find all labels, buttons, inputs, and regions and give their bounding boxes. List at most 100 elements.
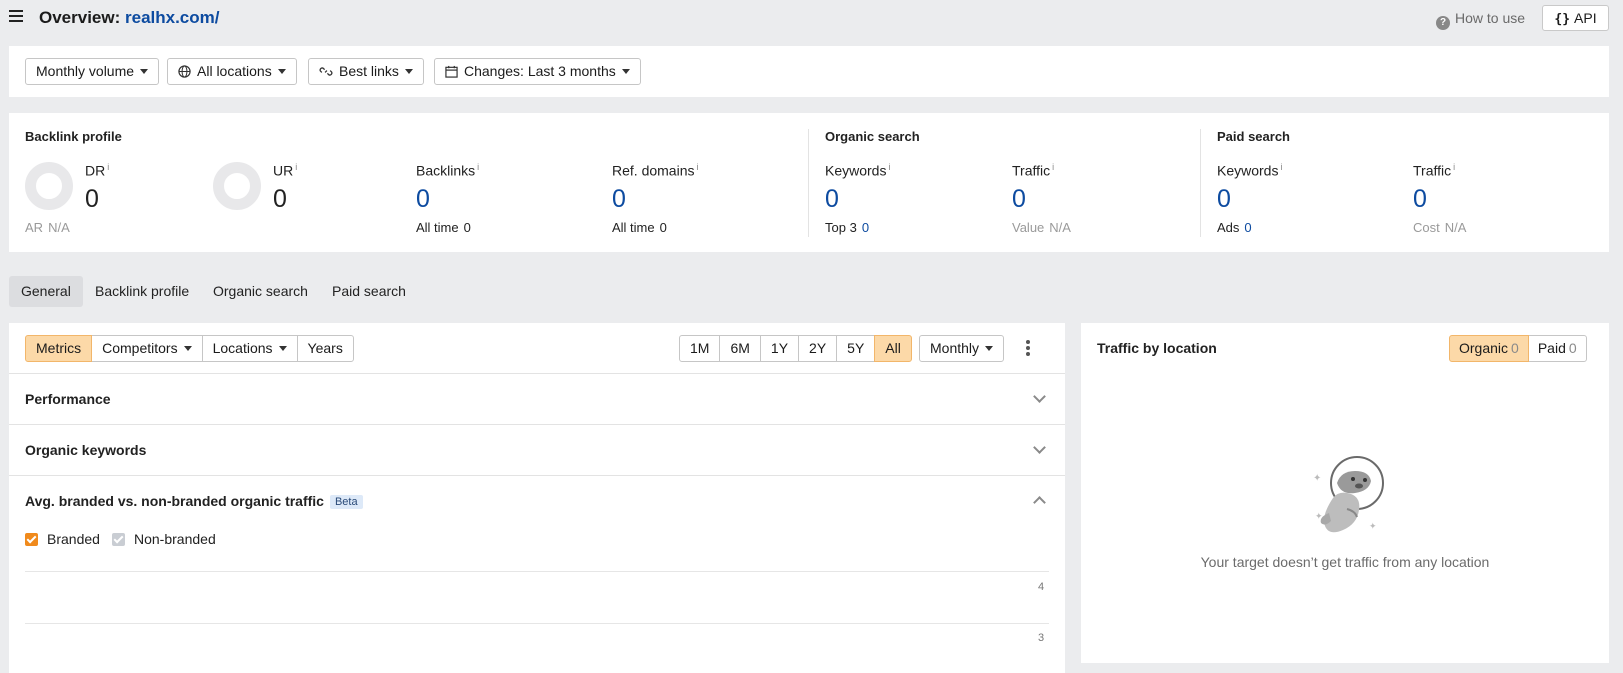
- ref-domains-alltime: All time 0: [612, 220, 667, 235]
- ur-donut: [213, 162, 261, 210]
- divider: [1200, 129, 1201, 237]
- organic-keywords-section-header[interactable]: Organic keywords: [25, 442, 146, 458]
- dr-donut: [25, 162, 73, 210]
- tab-general[interactable]: General: [9, 276, 83, 307]
- changes-dropdown[interactable]: Changes: Last 3 months: [434, 58, 641, 85]
- value-row: Value N/A: [1012, 220, 1071, 235]
- backlink-profile-heading: Backlink profile: [25, 129, 122, 144]
- organic-traffic-value[interactable]: 0: [1012, 185, 1026, 214]
- tab-organic-search[interactable]: Organic search: [201, 276, 320, 307]
- range-2y[interactable]: 2Y: [798, 335, 838, 362]
- caret-down-icon: [140, 69, 149, 74]
- organic-keywords-value[interactable]: 0: [825, 185, 839, 214]
- paid-toggle[interactable]: Paid 0: [1527, 335, 1587, 362]
- non-branded-label: Non-branded: [134, 531, 216, 547]
- paid-traffic-label[interactable]: Traffic i: [1413, 162, 1455, 179]
- chart-gridline: [25, 571, 1049, 572]
- changes-label: Changes: Last 3 months: [464, 63, 616, 79]
- range-switcher: 1M 6M 1Y 2Y 5Y All: [679, 335, 912, 362]
- beta-badge: Beta: [329, 495, 363, 509]
- caret-down-icon: [621, 69, 630, 74]
- traffic-by-location-title: Traffic by location: [1097, 340, 1217, 356]
- info-icon: i: [1280, 162, 1283, 172]
- range-1m[interactable]: 1M: [679, 335, 721, 362]
- interval-dropdown[interactable]: Monthly: [919, 335, 1005, 362]
- volume-dropdown[interactable]: Monthly volume: [25, 58, 160, 85]
- range-1y[interactable]: 1Y: [759, 335, 800, 362]
- info-icon: i: [696, 162, 699, 172]
- divider: [808, 129, 809, 237]
- caret-down-icon: [278, 346, 287, 351]
- organic-search-heading: Organic search: [825, 129, 920, 144]
- braces-icon: {}: [1554, 12, 1571, 27]
- stats-panel: Backlink profile DR i 0 AR N/A UR i 0 Backl…: [9, 113, 1609, 252]
- locations-dropdown[interactable]: All locations: [167, 58, 297, 85]
- info-icon: i: [1453, 162, 1456, 172]
- ref-domains-value[interactable]: 0: [612, 185, 626, 214]
- top3-row: Top 30: [825, 220, 870, 235]
- cost-row: Cost N/A: [1413, 220, 1467, 235]
- range-6m[interactable]: 6M: [719, 335, 761, 362]
- non-branded-checkbox[interactable]: [112, 533, 125, 546]
- info-icon: i: [477, 162, 480, 172]
- divider: [9, 475, 1065, 476]
- paid-search-heading: Paid search: [1217, 129, 1290, 144]
- performance-section-header[interactable]: Performance: [25, 391, 111, 407]
- globe-icon: [178, 59, 191, 84]
- top-header: Overview: realhx.com/ ? How to use {} API: [0, 0, 1623, 36]
- y-tick-label: 4: [1038, 581, 1045, 593]
- metrics-toggle[interactable]: Metrics: [25, 335, 93, 362]
- page-title: Overview: realhx.com/: [39, 8, 220, 28]
- volume-label: Monthly volume: [36, 63, 135, 79]
- organic-keywords-label[interactable]: Keywords i: [825, 162, 890, 179]
- backlinks-label[interactable]: Backlinks i: [416, 162, 479, 179]
- how-to-use-label: How to use: [1455, 10, 1526, 26]
- ref-domains-label[interactable]: Ref. domains i: [612, 162, 698, 179]
- api-button[interactable]: {} API: [1542, 5, 1609, 31]
- paid-keywords-value[interactable]: 0: [1217, 185, 1231, 214]
- info-icon: i: [107, 162, 110, 172]
- domain-link[interactable]: realhx.com/: [125, 8, 220, 27]
- info-icon: i: [888, 162, 891, 172]
- filter-bar: Monthly volume All locations Best links …: [9, 46, 1609, 97]
- dr-label[interactable]: DR i: [85, 162, 109, 179]
- backlinks-alltime: All time 0: [416, 220, 471, 235]
- divider: [9, 424, 1065, 425]
- branded-section-header[interactable]: Avg. branded vs. non-branded organic tra…: [25, 493, 363, 509]
- chevron-down-icon[interactable]: [1033, 390, 1046, 403]
- links-label: Best links: [339, 63, 399, 79]
- chart-gridline: [25, 623, 1049, 624]
- links-dropdown[interactable]: Best links: [308, 58, 424, 85]
- paid-keywords-label[interactable]: Keywords i: [1217, 162, 1282, 179]
- ur-value: 0: [273, 185, 287, 213]
- how-to-use-link[interactable]: ? How to use: [1436, 10, 1525, 30]
- tab-paid-search[interactable]: Paid search: [320, 276, 418, 307]
- y-tick-label: 3: [1038, 632, 1045, 644]
- organic-traffic-label[interactable]: Traffic i: [1012, 162, 1054, 179]
- caret-down-icon: [183, 346, 192, 351]
- more-options-icon[interactable]: [1026, 340, 1030, 356]
- branded-label: Branded: [47, 531, 100, 547]
- locations-label: All locations: [197, 63, 272, 79]
- traffic-type-switcher: Organic 0 Paid 0: [1449, 335, 1587, 362]
- range-all[interactable]: All: [874, 335, 912, 362]
- range-5y[interactable]: 5Y: [836, 335, 876, 362]
- api-label: API: [1574, 10, 1597, 26]
- competitors-dropdown[interactable]: Competitors: [91, 335, 203, 362]
- svg-text:✦: ✦: [1369, 521, 1377, 531]
- svg-text:✦: ✦: [1313, 473, 1321, 484]
- years-toggle[interactable]: Years: [296, 335, 354, 362]
- ur-label[interactable]: UR i: [273, 162, 297, 179]
- backlinks-value[interactable]: 0: [416, 185, 430, 214]
- menu-icon[interactable]: [9, 10, 23, 22]
- chevron-down-icon[interactable]: [1033, 441, 1046, 454]
- locations-dropdown[interactable]: Locations: [201, 335, 298, 362]
- organic-toggle[interactable]: Organic 0: [1449, 335, 1529, 362]
- calendar-icon: [445, 59, 458, 84]
- paid-traffic-value[interactable]: 0: [1413, 185, 1427, 214]
- caret-down-icon: [277, 69, 286, 74]
- tab-backlink-profile[interactable]: Backlink profile: [83, 276, 201, 307]
- question-icon: ?: [1436, 16, 1450, 30]
- branded-checkbox[interactable]: [25, 533, 38, 546]
- chevron-up-icon[interactable]: [1033, 496, 1046, 509]
